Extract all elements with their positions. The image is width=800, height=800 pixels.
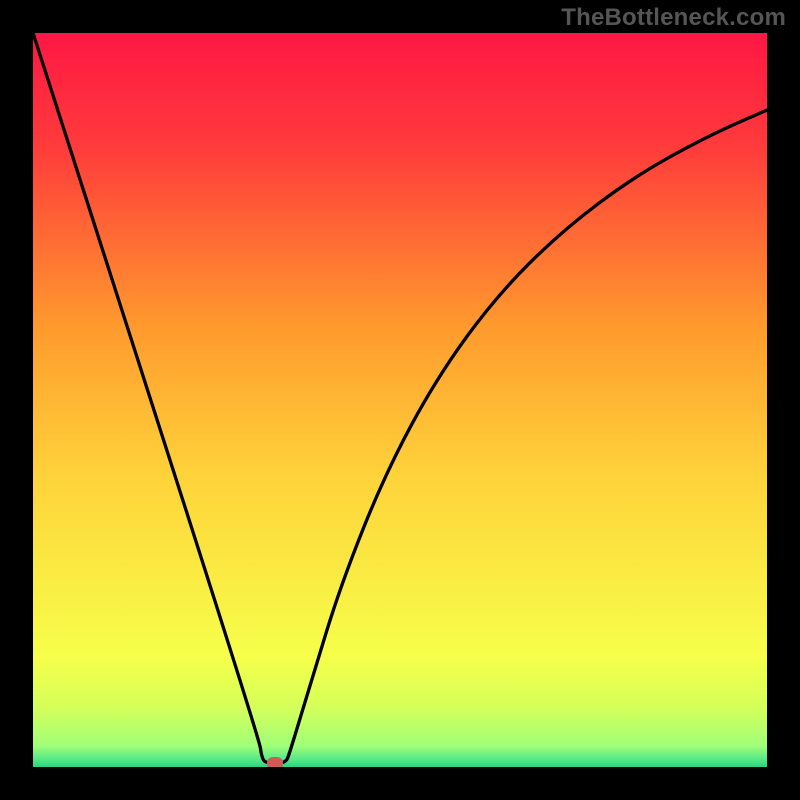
watermark-text: TheBottleneck.com [561,4,786,32]
bottleneck-marker [267,757,283,767]
chart-frame: TheBottleneck.com [0,0,800,800]
plot-area [33,33,767,767]
chart-curve [33,33,767,767]
